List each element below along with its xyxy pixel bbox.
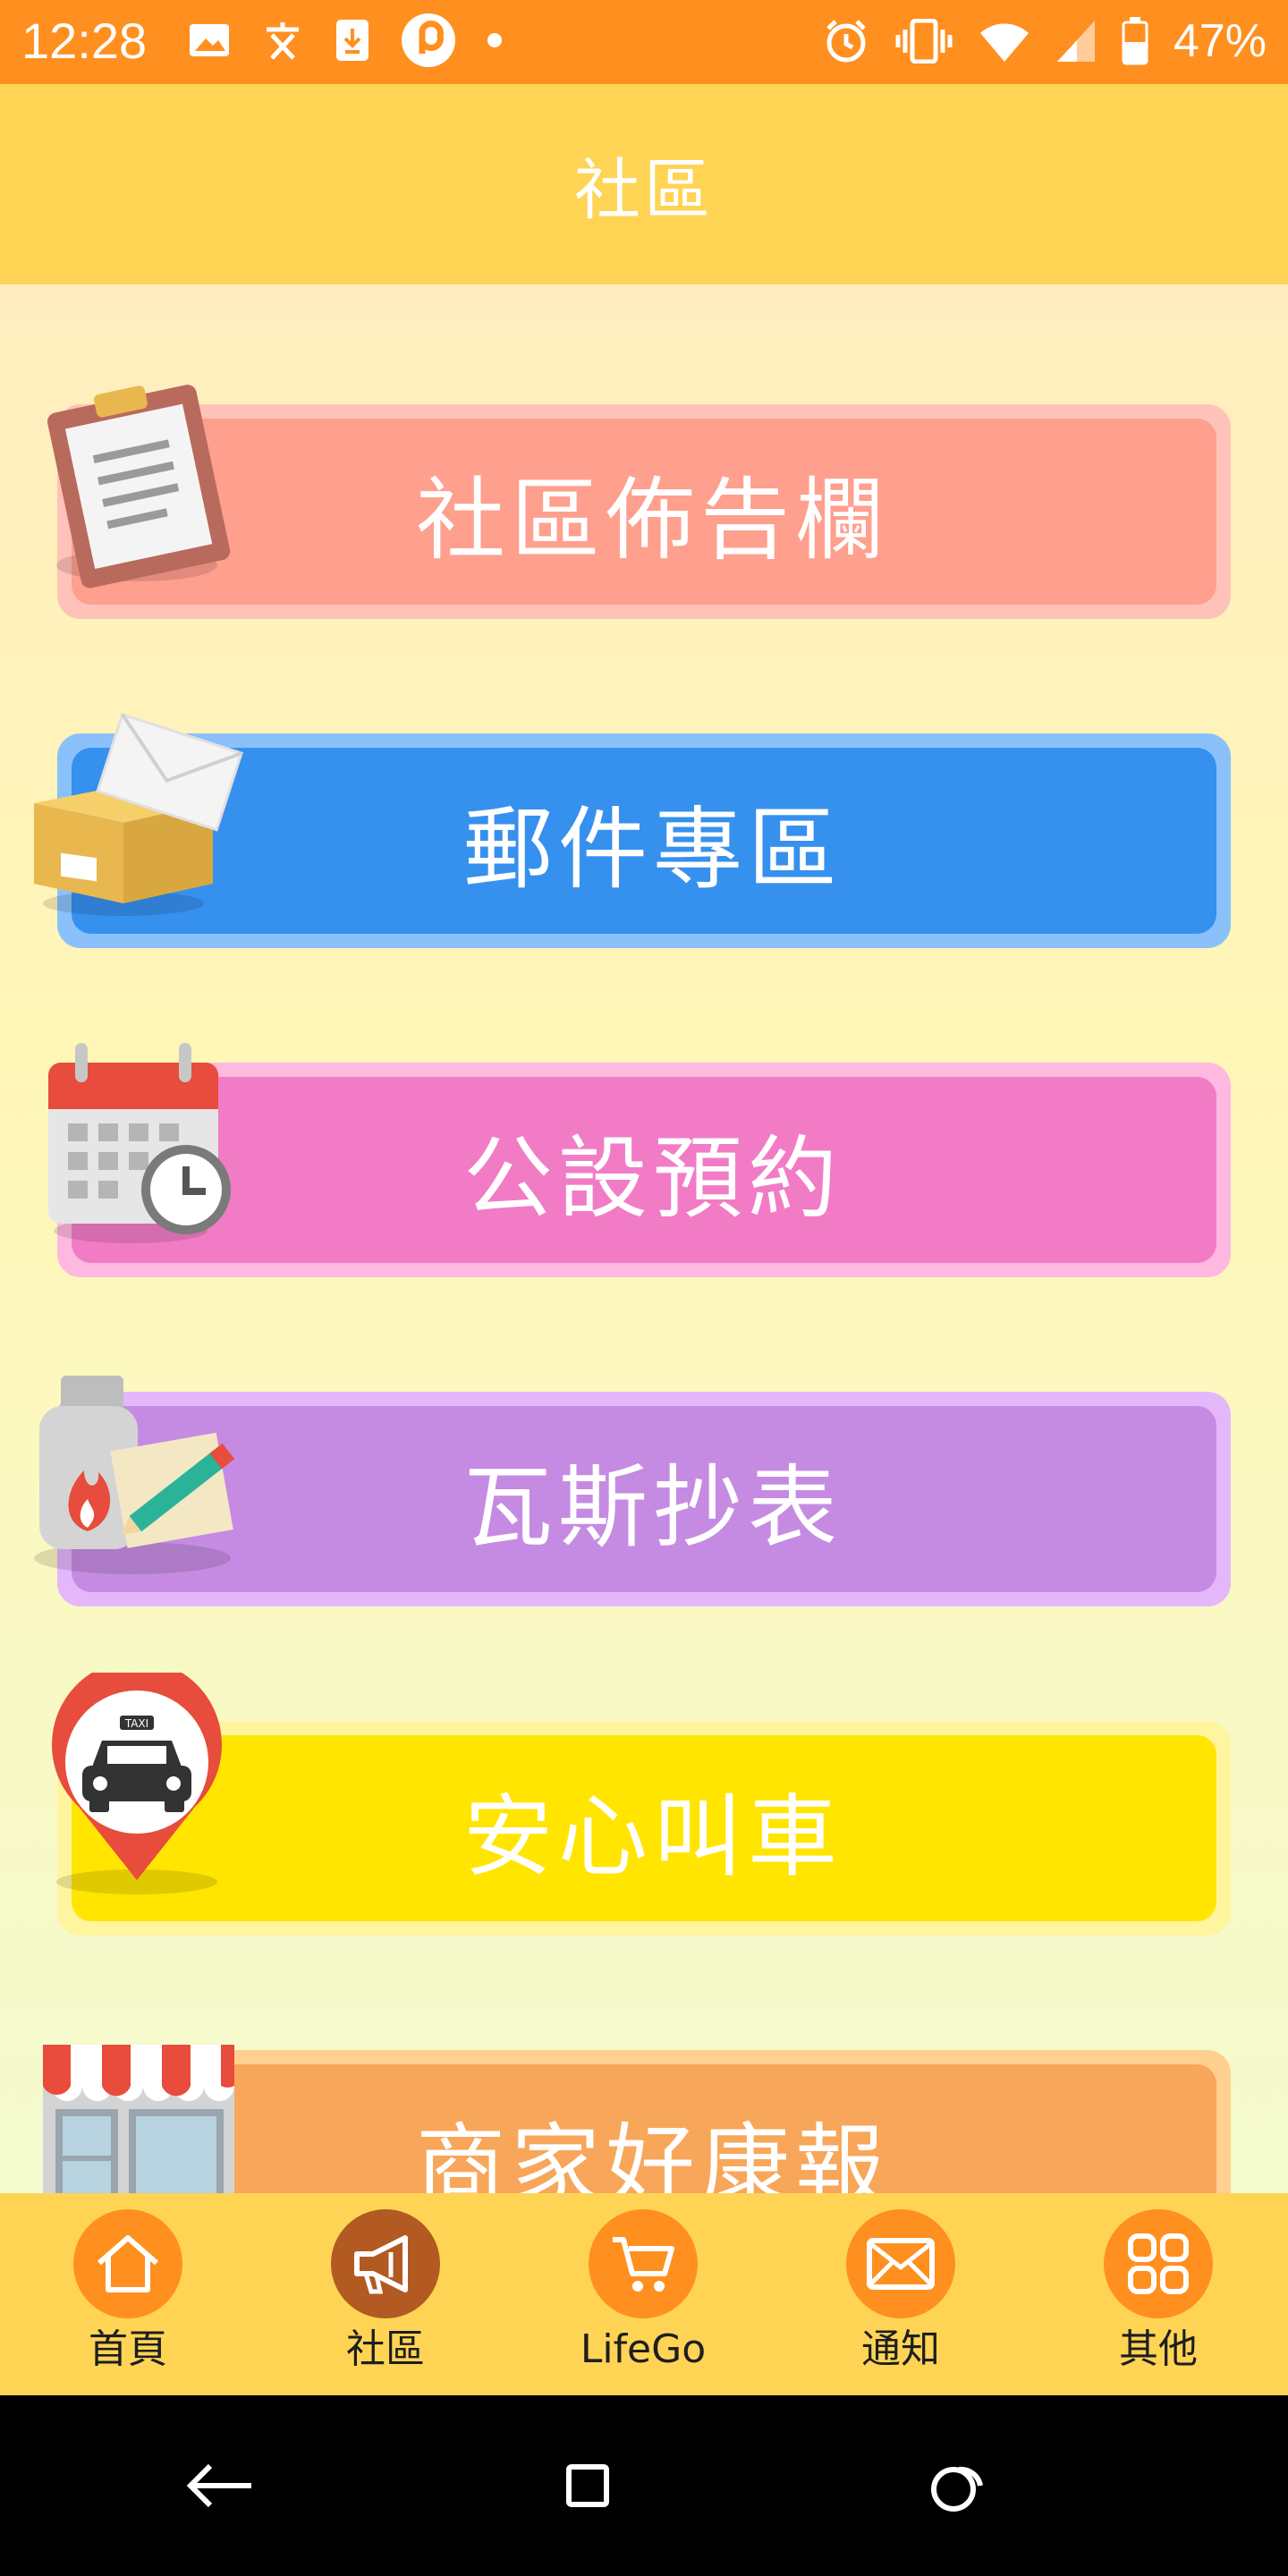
- store-deals-label: 商家好康報: [416, 2113, 890, 2194]
- calendar-clock-icon: [48, 1043, 231, 1243]
- menu-item-gas-meter[interactable]: 瓦斯抄表: [0, 1376, 1288, 1615]
- menu-item-taxi[interactable]: 安心叫車 TAXI: [0, 1673, 1288, 1945]
- p-app-icon: [402, 13, 455, 67]
- nav-community-label: 社區: [346, 2326, 425, 2372]
- download-icon: [336, 20, 369, 61]
- community-menu: 社區佈告欄 郵件專區 公設預約 瓦斯抄表 安心叫車 TAXI 商家好康報: [0, 284, 1288, 2193]
- status-time: 12:28: [21, 13, 148, 69]
- gas-meter-icon: [34, 1376, 235, 1574]
- bulletin-board-label: 社區佈告欄: [416, 467, 890, 572]
- page-title: 社區: [574, 151, 714, 229]
- nav-lifego[interactable]: LifeGo: [536, 2209, 750, 2374]
- battery-percent: 47%: [1173, 15, 1267, 67]
- nav-community-circle: [331, 2209, 440, 2318]
- menu-item-facility-booking[interactable]: 公設預約: [0, 1043, 1288, 1286]
- mail-package-icon: [34, 712, 243, 916]
- menu-item-mail[interactable]: 郵件專區: [0, 712, 1288, 957]
- recents-button[interactable]: [547, 2445, 628, 2526]
- store-icon: [43, 2045, 234, 2193]
- battery-icon: [1122, 17, 1148, 65]
- back-icon: [186, 2463, 251, 2508]
- dot-icon: [487, 33, 502, 47]
- nav-other-circle: [1104, 2209, 1213, 2318]
- status-bar: 12:28 47%: [0, 0, 1288, 84]
- menu-item-bulletin-board[interactable]: 社區佈告欄: [0, 385, 1288, 628]
- bottom-nav: 首頁 社區 LifeGo 通知 其他: [0, 2193, 1288, 2395]
- nav-notifications-circle: [846, 2209, 955, 2318]
- recents-icon: [566, 2464, 609, 2507]
- system-nav-bar: [0, 2395, 1288, 2576]
- svg-text:TAXI: TAXI: [124, 1717, 148, 1730]
- app-bar: 社區: [0, 84, 1288, 284]
- nav-lifego-label: LifeGo: [580, 2326, 707, 2372]
- envelope-icon: [867, 2238, 935, 2290]
- facility-booking-label: 公設預約: [463, 1125, 843, 1231]
- taxi-label: 安心叫車: [463, 1784, 843, 1889]
- text-icon: [267, 22, 299, 60]
- gas-meter-label: 瓦斯抄表: [463, 1454, 843, 1560]
- nav-community[interactable]: 社區: [278, 2209, 493, 2374]
- home-icon: [97, 2235, 158, 2292]
- nav-notifications-label: 通知: [861, 2326, 940, 2372]
- back-button[interactable]: [179, 2445, 259, 2526]
- nav-other[interactable]: 其他: [1051, 2209, 1266, 2374]
- image-icon: [190, 24, 229, 56]
- nav-home-circle: [73, 2209, 182, 2318]
- taxi-pin-icon: TAXI: [52, 1673, 222, 1894]
- assistant-button[interactable]: [918, 2445, 998, 2526]
- clipboard-icon: [47, 385, 231, 589]
- nav-lifego-circle: [589, 2209, 698, 2318]
- signal-icon: [1056, 21, 1095, 62]
- grid-icon: [1128, 2233, 1189, 2294]
- mail-label: 郵件專區: [463, 796, 843, 902]
- wifi-icon: [979, 23, 1029, 62]
- menu-item-store-deals[interactable]: 商家好康報: [0, 2041, 1288, 2193]
- alarm-icon: [826, 20, 866, 63]
- nav-home-label: 首頁: [89, 2326, 167, 2372]
- assistant-icon: [931, 2466, 983, 2512]
- vibrate-icon: [895, 19, 953, 64]
- megaphone-icon: [354, 2235, 408, 2294]
- nav-notifications[interactable]: 通知: [793, 2209, 1008, 2374]
- cart-icon: [613, 2237, 674, 2292]
- nav-home[interactable]: 首頁: [21, 2209, 235, 2374]
- nav-other-label: 其他: [1119, 2326, 1198, 2372]
